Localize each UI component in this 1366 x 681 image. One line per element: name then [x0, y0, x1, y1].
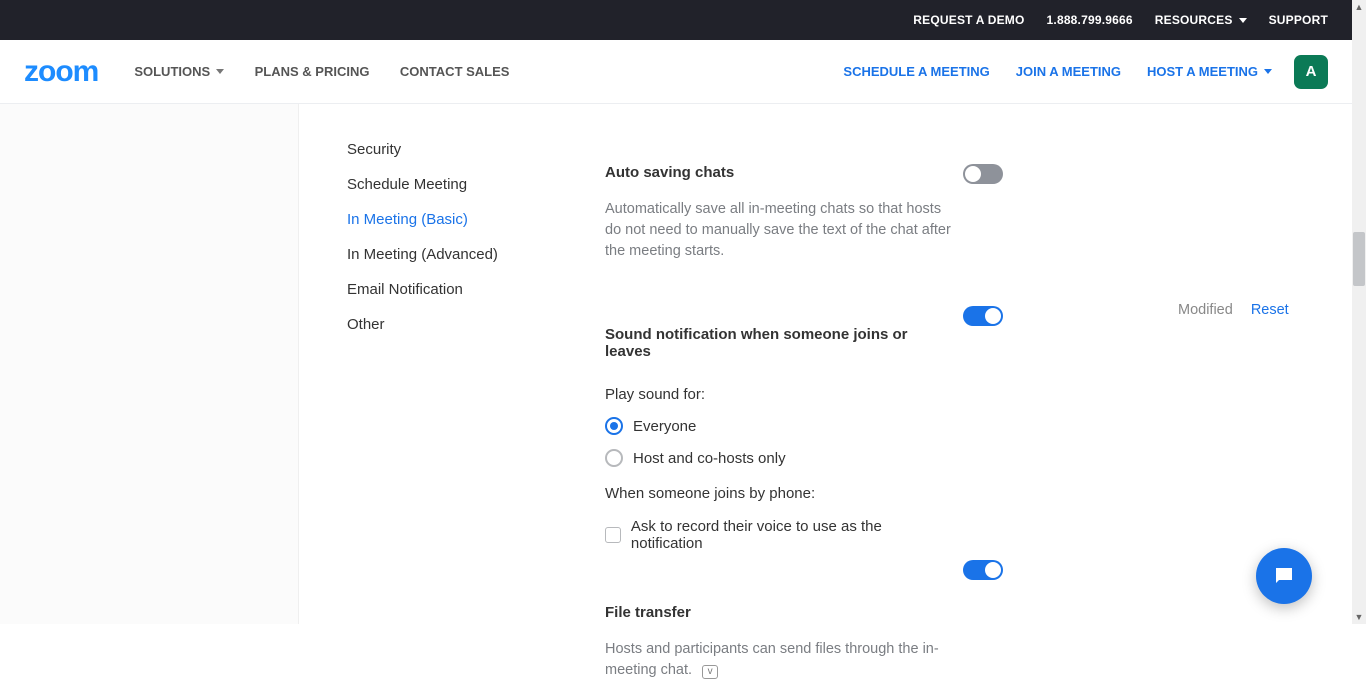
tab-schedule-meeting[interactable]: Schedule Meeting: [347, 167, 557, 202]
phone-join-label: When someone joins by phone:: [605, 485, 955, 502]
host-meeting-label: HOST A MEETING: [1147, 64, 1258, 79]
checkbox-record-voice[interactable]: Ask to record their voice to use as the …: [605, 518, 955, 552]
settings-tabs: Security Schedule Meeting In Meeting (Ba…: [299, 104, 557, 624]
radio-everyone[interactable]: Everyone: [605, 417, 955, 435]
solutions-menu[interactable]: SOLUTIONS: [134, 64, 224, 79]
settings-list: Auto saving chats Automatically save all…: [605, 104, 955, 624]
modified-label: Modified: [1178, 302, 1233, 318]
radio-label: Host and co-hosts only: [633, 450, 786, 467]
radio-host-cohosts[interactable]: Host and co-hosts only: [605, 449, 955, 467]
main-header: zoom SOLUTIONS PLANS & PRICING CONTACT S…: [0, 40, 1352, 104]
scroll-up-icon[interactable]: ▲: [1352, 0, 1366, 14]
chevron-down-icon: [1264, 69, 1272, 74]
zoom-logo[interactable]: zoom: [24, 55, 98, 89]
chevron-down-icon: [216, 69, 224, 74]
toggle-sound-notification[interactable]: [963, 306, 1003, 326]
resources-menu[interactable]: RESOURCES: [1155, 13, 1247, 27]
setting-file-transfer: File transfer Hosts and participants can…: [605, 604, 955, 681]
reset-link[interactable]: Reset: [1251, 302, 1289, 318]
setting-title: Sound notification when someone joins or…: [605, 326, 955, 360]
account-sidebar-placeholder: [0, 104, 299, 624]
tab-in-meeting-advanced[interactable]: In Meeting (Advanced): [347, 237, 557, 272]
join-meeting-link[interactable]: JOIN A MEETING: [1016, 64, 1121, 79]
radio-icon: [605, 417, 623, 435]
settings-content: Security Schedule Meeting In Meeting (Ba…: [299, 104, 1352, 624]
chevron-down-icon: [1239, 18, 1247, 23]
chat-bubble-icon: [1272, 564, 1296, 588]
page-body: Security Schedule Meeting In Meeting (Ba…: [0, 104, 1352, 624]
schedule-meeting-link[interactable]: SCHEDULE A MEETING: [843, 64, 989, 79]
avatar[interactable]: A: [1294, 55, 1328, 89]
top-utility-bar: REQUEST A DEMO 1.888.799.9666 RESOURCES …: [0, 0, 1352, 40]
tab-in-meeting-basic[interactable]: In Meeting (Basic): [347, 202, 557, 237]
tab-other[interactable]: Other: [347, 307, 557, 342]
play-sound-label: Play sound for:: [605, 386, 955, 403]
vertical-scrollbar[interactable]: ▲ ▼: [1352, 0, 1366, 624]
setting-description: Hosts and participants can send files th…: [605, 639, 955, 681]
setting-sound-notification: Sound notification when someone joins or…: [605, 326, 955, 552]
checkbox-label: Ask to record their voice to use as the …: [631, 518, 955, 552]
solutions-label: SOLUTIONS: [134, 64, 210, 79]
resources-label: RESOURCES: [1155, 13, 1233, 27]
header-nav-left: SOLUTIONS PLANS & PRICING CONTACT SALES: [134, 63, 535, 81]
checkbox-icon: [605, 527, 621, 543]
chat-fab[interactable]: [1256, 548, 1312, 604]
radio-icon: [605, 449, 623, 467]
scroll-down-icon[interactable]: ▼: [1352, 610, 1366, 624]
tab-email-notification[interactable]: Email Notification: [347, 272, 557, 307]
phone-link[interactable]: 1.888.799.9666: [1047, 13, 1133, 27]
toggle-auto-saving-chats[interactable]: [963, 164, 1003, 184]
host-meeting-menu[interactable]: HOST A MEETING: [1147, 64, 1272, 79]
header-nav-right: SCHEDULE A MEETING JOIN A MEETING HOST A…: [817, 55, 1328, 89]
scroll-thumb[interactable]: [1353, 232, 1365, 286]
radio-label: Everyone: [633, 418, 696, 435]
toggle-file-transfer[interactable]: [963, 560, 1003, 580]
setting-title: File transfer: [605, 604, 955, 621]
support-link[interactable]: SUPPORT: [1269, 13, 1328, 27]
contact-sales-link[interactable]: CONTACT SALES: [400, 64, 510, 79]
info-icon[interactable]: v: [702, 665, 718, 679]
setting-status: Modified Reset: [1178, 302, 1289, 318]
setting-auto-saving-chats: Auto saving chats Automatically save all…: [605, 164, 955, 262]
request-demo-link[interactable]: REQUEST A DEMO: [913, 13, 1024, 27]
plans-link[interactable]: PLANS & PRICING: [255, 64, 370, 79]
tab-security[interactable]: Security: [347, 132, 557, 167]
setting-description: Automatically save all in-meeting chats …: [605, 199, 955, 262]
setting-title: Auto saving chats: [605, 164, 955, 181]
